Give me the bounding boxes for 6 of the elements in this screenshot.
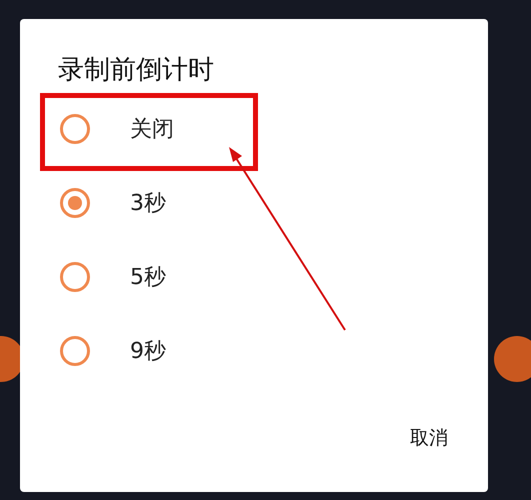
radio-option[interactable]: 关闭 <box>60 112 174 146</box>
radio-option[interactable]: 5秒 <box>60 260 166 294</box>
cancel-button[interactable]: 取消 <box>398 418 460 458</box>
radio-option[interactable]: 3秒 <box>60 186 166 220</box>
radio-option[interactable]: 9秒 <box>60 334 166 368</box>
dialog-title: 录制前倒计时 <box>58 54 215 87</box>
